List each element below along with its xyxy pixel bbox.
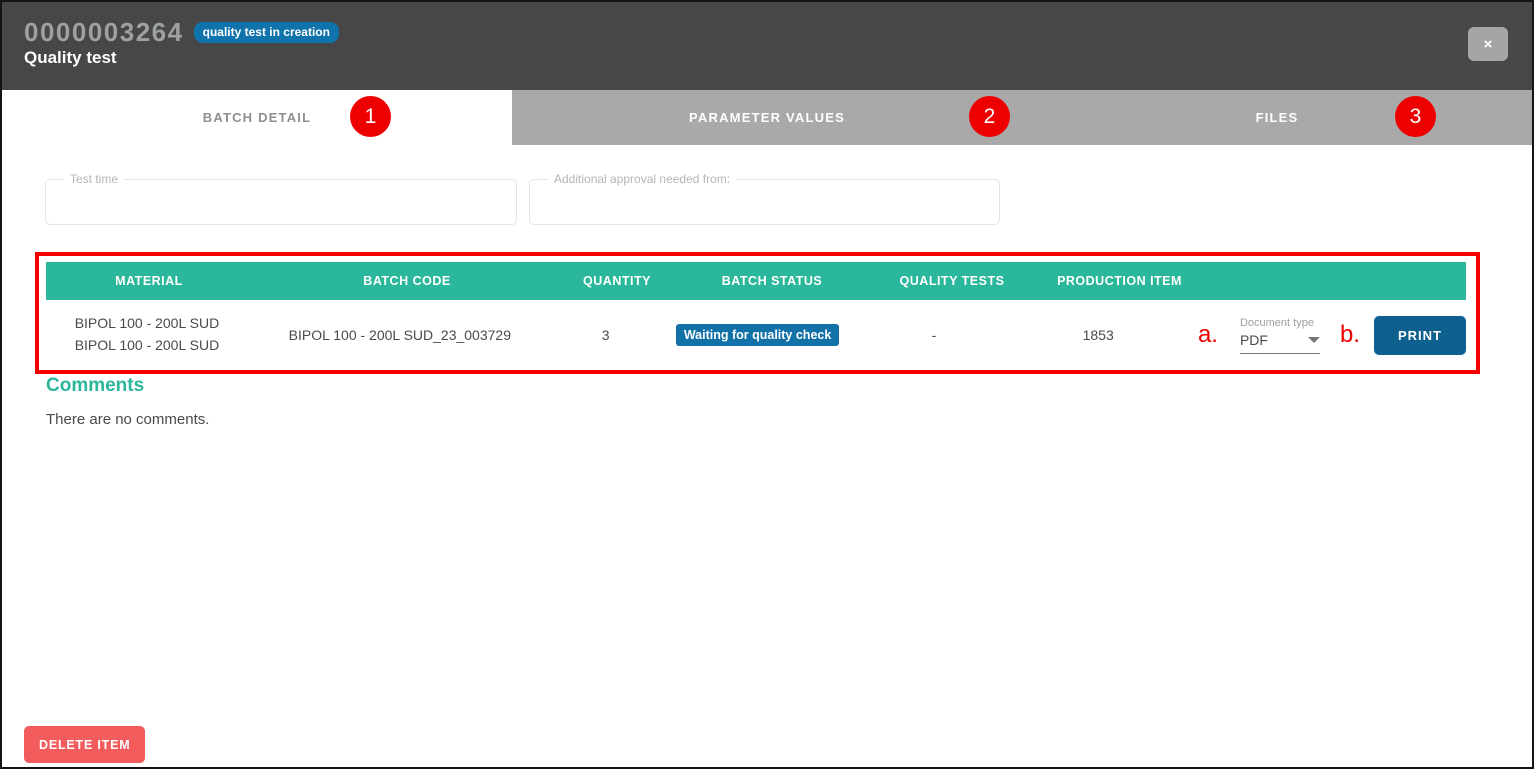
order-line: 0000003264 quality test in creation [24,19,1508,45]
tab-label: FILES [1256,110,1299,125]
document-type-select[interactable]: Document type PDF [1240,317,1320,354]
document-type-value: PDF [1240,332,1268,348]
tab-batch-detail[interactable]: BATCH DETAIL [2,90,512,145]
tab-label: PARAMETER VALUES [689,110,845,125]
annotation-circle-3: 3 [1395,96,1436,137]
document-type-label: Document type [1240,317,1320,329]
table-row: BIPOL 100 - 200L SUD BIPOL 100 - 200L SU… [46,300,1466,370]
test-time-label: Test time [64,173,124,185]
column-header-production-item: PRODUCTION ITEM [1032,274,1207,288]
delete-item-button[interactable]: DELETE ITEM [24,726,145,763]
annotation-circle-2: 2 [969,96,1010,137]
tab-parameter-values[interactable]: PARAMETER VALUES [512,90,1022,145]
batch-table: MATERIAL BATCH CODE QUANTITY BATCH STATU… [46,262,1466,370]
comments-empty-text: There are no comments. [46,411,209,428]
test-time-field[interactable]: Test time [45,173,517,225]
production-item-cell: 1853 [1012,327,1184,343]
annotation-letter-a: a. [1198,323,1218,347]
close-icon: × [1484,36,1493,53]
batch-code-cell: BIPOL 100 - 200L SUD_23_003729 [248,327,552,343]
additional-approval-field[interactable]: Additional approval needed from: [529,173,1000,225]
column-header-batch-status: BATCH STATUS [672,274,872,288]
material-line-1: BIPOL 100 - 200L SUD [46,313,248,335]
additional-approval-input[interactable] [542,185,987,209]
batch-status-chip: Waiting for quality check [676,324,839,346]
chevron-down-icon [1308,337,1320,343]
batch-status-cell: Waiting for quality check [660,324,856,346]
column-header-batch-code: BATCH CODE [252,274,562,288]
close-button[interactable]: × [1468,27,1508,61]
tab-label: BATCH DETAIL [203,110,312,125]
tab-bar: BATCH DETAIL PARAMETER VALUES FILES [2,90,1532,145]
column-header-quality-tests: QUALITY TESTS [872,274,1032,288]
quality-test-modal: 0000003264 quality test in creation Qual… [0,0,1534,769]
comments-heading: Comments [46,375,144,397]
document-type-value-row[interactable]: PDF [1240,332,1320,354]
quantity-cell: 3 [552,327,660,343]
modal-header: 0000003264 quality test in creation Qual… [2,2,1532,90]
additional-approval-label: Additional approval needed from: [548,173,736,185]
test-time-input[interactable] [58,185,504,209]
column-header-material: MATERIAL [46,274,252,288]
annotation-circle-1: 1 [350,96,391,137]
quality-tests-cell: - [856,327,1013,343]
material-cell: BIPOL 100 - 200L SUD BIPOL 100 - 200L SU… [46,313,248,356]
tab-files[interactable]: FILES [1022,90,1532,145]
row-actions-cell: a. Document type PDF b. PRINT [1184,316,1466,355]
page-title: Quality test [24,48,1508,68]
status-badge: quality test in creation [194,22,339,43]
order-number: 0000003264 [24,19,184,45]
print-button[interactable]: PRINT [1374,316,1466,355]
column-header-quantity: QUANTITY [562,274,672,288]
material-line-2: BIPOL 100 - 200L SUD [46,335,248,357]
annotation-letter-b: b. [1340,323,1360,347]
table-header-row: MATERIAL BATCH CODE QUANTITY BATCH STATU… [46,262,1466,300]
